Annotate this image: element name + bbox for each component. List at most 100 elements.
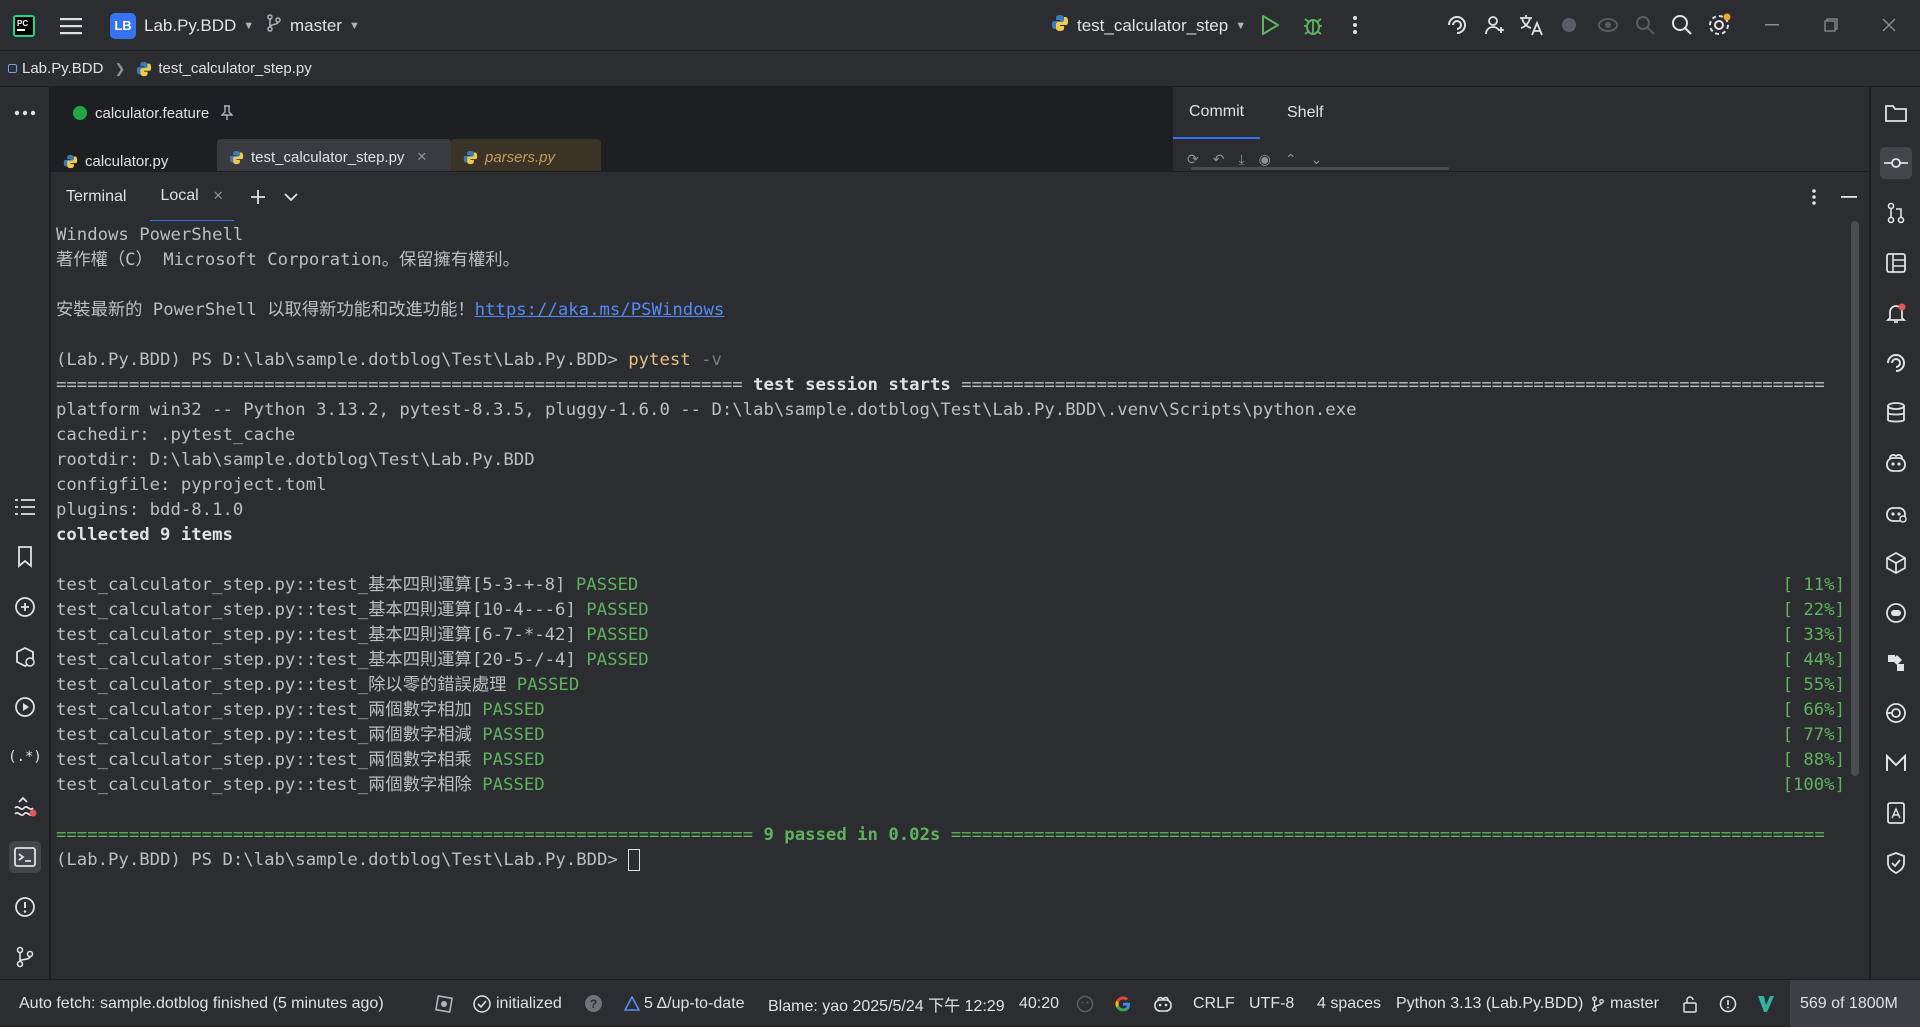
tab-calculator-feature[interactable]: calculator.feature: [61, 97, 245, 129]
more-tool-windows-icon[interactable]: [9, 97, 41, 129]
tab-parsers-py[interactable]: parsers.py: [451, 139, 601, 171]
help-icon[interactable]: ?: [585, 980, 602, 1027]
puzzle-plugin-icon[interactable]: [1880, 647, 1912, 679]
problems-wave-icon[interactable]: [9, 791, 41, 823]
copilot-status-icon[interactable]: [1153, 980, 1173, 1027]
status-memory-indicator[interactable]: 569 of 1800M: [1790, 980, 1920, 1027]
more-actions-icon[interactable]: [1340, 10, 1370, 40]
hide-panel-icon[interactable]: [1841, 195, 1857, 198]
smiley-icon[interactable]: [1076, 980, 1094, 1027]
progress-percent: [ 88%]: [1782, 750, 1845, 770]
pull-requests-icon[interactable]: [1880, 197, 1912, 229]
lock-icon[interactable]: [1682, 980, 1698, 1027]
restore-window-icon[interactable]: [1816, 10, 1846, 40]
notifications-bell-icon[interactable]: [1880, 297, 1912, 329]
terminal-scrollbar[interactable]: [1851, 221, 1859, 776]
search-icon[interactable]: [1667, 10, 1697, 40]
plugin-icon[interactable]: [1554, 10, 1584, 40]
terminal-line: Windows PowerShell: [56, 225, 244, 245]
tab-commit[interactable]: Commit: [1173, 87, 1261, 139]
project-selector[interactable]: LB Lab.Py.BDD ▼: [110, 0, 254, 51]
status-vcs[interactable]: 5 Δ/up-to-date: [624, 980, 745, 1027]
problems-status-icon[interactable]: [1719, 980, 1737, 1027]
bookmarks-icon[interactable]: [9, 541, 41, 573]
prompt: (Lab.Py.BDD) PS D:\lab\sample.dotblog\Te…: [56, 350, 629, 370]
translate-icon[interactable]: [1516, 10, 1546, 40]
run-config-selector[interactable]: test_calculator_step ▼: [1051, 0, 1246, 51]
layout-icon[interactable]: [1880, 247, 1912, 279]
coverage-target-icon[interactable]: [1880, 697, 1912, 729]
main-menu-icon[interactable]: [60, 0, 82, 51]
status-blame[interactable]: Blame: yao 2025/5/24 下午 12:29: [768, 980, 1005, 1027]
search-everywhere-disabled-icon[interactable]: [1630, 10, 1660, 40]
commit-icon[interactable]: [1880, 147, 1912, 179]
command-arg: -v: [690, 350, 722, 370]
close-window-icon[interactable]: [1874, 10, 1904, 40]
commit-scrollbar[interactable]: [1191, 167, 1449, 170]
copilot-chat-icon[interactable]: [1880, 497, 1912, 529]
ai-assistant-icon[interactable]: [1442, 10, 1472, 40]
tab-shelf[interactable]: Shelf: [1275, 87, 1335, 139]
commit-panel: Commit Shelf ⟳ ↶ ⤓ ◉ ⌃ ⌄: [1172, 87, 1869, 171]
status-passed: PASSED: [586, 625, 649, 645]
ai-chat-icon[interactable]: [1880, 347, 1912, 379]
python-packages-icon[interactable]: [9, 591, 41, 623]
settings-gear-icon[interactable]: [1704, 10, 1734, 40]
new-terminal-icon[interactable]: [250, 189, 266, 205]
text-document-icon[interactable]: [1880, 797, 1912, 829]
markdown-m-icon[interactable]: [1880, 747, 1912, 779]
assistant-face-icon[interactable]: [1880, 597, 1912, 629]
app-logo-icon[interactable]: PC: [12, 0, 36, 51]
branch-selector[interactable]: master ▼: [266, 0, 360, 51]
copilot-icon[interactable]: [1880, 447, 1912, 479]
minimize-window-icon[interactable]: [1757, 10, 1787, 40]
breadcrumb-file[interactable]: test_calculator_step.py: [158, 60, 311, 77]
debug-icon[interactable]: [1298, 10, 1328, 40]
tab-terminal-local[interactable]: Local ✕: [150, 172, 234, 222]
ai-status-icon[interactable]: [434, 980, 454, 1027]
status-cursor-position[interactable]: 40:20: [1019, 980, 1059, 1027]
summary-text: 9 passed in 0.02s: [763, 825, 941, 845]
run-config-name: test_calculator_step: [1077, 15, 1229, 35]
terminal-options-icon[interactable]: [1811, 188, 1817, 206]
progress-percent: [100%]: [1782, 775, 1845, 795]
progress-percent: [ 77%]: [1782, 725, 1845, 745]
terminal-tool-icon[interactable]: [9, 841, 41, 873]
google-icon[interactable]: [1114, 980, 1132, 1027]
tab-test-calculator-step-py[interactable]: test_calculator_step.py ✕: [217, 139, 451, 171]
status-fetch-message[interactable]: Auto fetch: sample.dotblog finished (5 m…: [19, 980, 384, 1027]
terminal-output[interactable]: Windows PowerShell 著作權（C） Microsoft Corp…: [51, 221, 1869, 979]
git-icon[interactable]: [9, 941, 41, 973]
status-initialized[interactable]: initialized: [473, 980, 562, 1027]
status-passed: PASSED: [482, 750, 545, 770]
package-cube-icon[interactable]: [1880, 547, 1912, 579]
chevron-down-icon[interactable]: [283, 192, 298, 202]
check-circle-icon: [473, 994, 491, 1013]
status-indent[interactable]: 4 spaces: [1317, 980, 1381, 1027]
database-icon[interactable]: [1880, 397, 1912, 429]
status-passed: PASSED: [482, 700, 545, 720]
status-branch[interactable]: master: [1591, 980, 1659, 1027]
status-interpreter[interactable]: Python 3.13 (Lab.Py.BDD): [1396, 980, 1583, 1027]
vim-icon[interactable]: [1757, 980, 1775, 1027]
powershell-link[interactable]: https://aka.ms/PSWindows: [475, 300, 725, 320]
terminal-line: configfile: pyproject.toml: [56, 475, 327, 495]
eye-icon[interactable]: [1593, 10, 1623, 40]
project-folder-icon[interactable]: [1880, 97, 1912, 129]
regex-tool-icon[interactable]: (.*): [8, 741, 42, 773]
warning-triangle-icon: [624, 996, 640, 1011]
run-tool-icon[interactable]: [9, 691, 41, 723]
pin-icon[interactable]: [221, 105, 234, 121]
structure-icon[interactable]: [9, 491, 41, 523]
security-shield-icon[interactable]: [1880, 847, 1912, 879]
services-icon[interactable]: [9, 641, 41, 673]
close-tab-icon[interactable]: ✕: [416, 149, 427, 165]
breadcrumb-project[interactable]: Lab.Py.BDD: [22, 60, 103, 77]
close-tab-icon[interactable]: ✕: [213, 188, 224, 204]
problems-icon[interactable]: [9, 891, 41, 923]
status-line-separator[interactable]: CRLF: [1193, 980, 1235, 1027]
run-icon[interactable]: [1255, 10, 1285, 40]
status-passed: PASSED: [575, 575, 639, 595]
add-user-icon[interactable]: [1480, 10, 1510, 40]
status-encoding[interactable]: UTF-8: [1249, 980, 1294, 1027]
